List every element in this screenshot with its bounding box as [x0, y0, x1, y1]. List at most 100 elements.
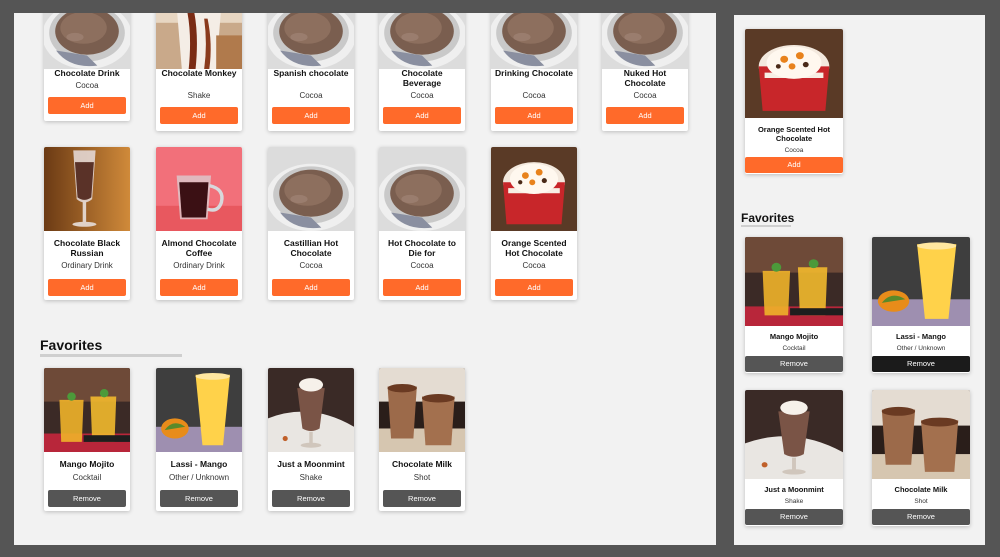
- drink-thumbnail[interactable]: [44, 147, 130, 231]
- orange-mug-photo: [491, 147, 577, 231]
- drink-name: Chocolate Drink: [54, 68, 120, 78]
- drink-category: Cocoa: [522, 91, 546, 100]
- cocoa-cup-photo: [268, 147, 354, 231]
- lassi-mango-photo: [156, 368, 242, 452]
- remove-button[interactable]: Remove: [160, 490, 238, 507]
- cocoa-cup-photo: [491, 13, 577, 69]
- add-button[interactable]: Add: [383, 107, 461, 124]
- favorite-card: Mango Mojito Cocktail Remove: [745, 237, 843, 373]
- drink-card: Chocolate Monkey Shake Add: [156, 13, 242, 131]
- add-button[interactable]: Add: [160, 279, 238, 296]
- drink-name: Castillian Hot Chocolate: [283, 238, 339, 259]
- drink-thumbnail[interactable]: [156, 147, 242, 231]
- moonmint-photo: [268, 368, 354, 452]
- cocoa-cup-photo: [602, 13, 688, 69]
- drink-thumbnail[interactable]: [156, 368, 242, 452]
- drink-thumbnail[interactable]: [491, 13, 577, 69]
- drink-category: Cocoa: [784, 147, 804, 154]
- drink-thumbnail[interactable]: [268, 13, 354, 69]
- orange-mug-photo: [745, 29, 843, 118]
- drink-name: Chocolate Monkey: [161, 68, 237, 78]
- drink-category: Ordinary Drink: [61, 261, 113, 270]
- drink-card: Chocolate Drink Cocoa Add: [44, 13, 130, 121]
- chocolate-milk-photo: [872, 390, 970, 479]
- drink-category: Cocoa: [299, 91, 323, 100]
- drink-category: Cocoa: [75, 81, 99, 90]
- drink-category: Cocktail: [72, 473, 102, 482]
- drink-thumbnail[interactable]: [379, 147, 465, 231]
- remove-button[interactable]: Remove: [872, 509, 970, 525]
- drink-thumbnail[interactable]: [745, 29, 843, 118]
- favorites-heading: Favorites: [741, 211, 795, 225]
- favorite-card: Just a Moonmint Shake Remove: [745, 390, 843, 526]
- add-button[interactable]: Add: [745, 157, 843, 173]
- drink-category: Cocoa: [522, 261, 546, 270]
- remove-button[interactable]: Remove: [383, 490, 461, 507]
- drink-name: Hot Chocolate to Die for: [388, 238, 456, 259]
- drink-name: Chocolate Beverage: [401, 68, 443, 89]
- drink-category: Cocoa: [410, 91, 434, 100]
- drink-thumbnail[interactable]: [602, 13, 688, 69]
- main-drinks-panel: Chocolate Drink Cocoa Add Chocolate Monk…: [14, 13, 716, 545]
- drink-thumbnail[interactable]: [491, 147, 577, 231]
- drink-thumbnail[interactable]: [44, 13, 130, 69]
- drink-name: Almond Chocolate Coffee: [161, 238, 237, 259]
- drink-name: Mango Mojito: [769, 332, 819, 341]
- drink-card: Drinking Chocolate Cocoa Add: [491, 13, 577, 131]
- drink-thumbnail[interactable]: [156, 13, 242, 69]
- drink-category: Cocoa: [633, 91, 657, 100]
- favorites-heading: Favorites: [40, 337, 103, 353]
- drink-card: Orange Scented Hot Chocolate Cocoa Add: [491, 147, 577, 300]
- drink-category: Shot: [914, 498, 928, 505]
- add-button[interactable]: Add: [383, 279, 461, 296]
- add-button[interactable]: Add: [495, 279, 573, 296]
- drink-name: Chocolate Black Russian: [53, 238, 121, 259]
- drink-thumbnail[interactable]: [745, 390, 843, 479]
- add-button[interactable]: Add: [606, 107, 684, 124]
- cocoa-cup-photo: [379, 147, 465, 231]
- add-button[interactable]: Add: [48, 97, 126, 114]
- drink-name: Orange Scented Hot Chocolate: [501, 238, 567, 259]
- add-button[interactable]: Add: [495, 107, 573, 124]
- chocolate-monkey-photo: [156, 13, 242, 69]
- favorite-card: Lassi - Mango Other / Unknown Remove: [872, 237, 970, 373]
- remove-button[interactable]: Remove: [272, 490, 350, 507]
- drink-thumbnail[interactable]: [872, 237, 970, 326]
- add-button[interactable]: Add: [48, 279, 126, 296]
- remove-button[interactable]: Remove: [745, 356, 843, 372]
- favorite-card: Just a Moonmint Shake Remove: [268, 368, 354, 511]
- drink-card: Chocolate Beverage Cocoa Add: [379, 13, 465, 131]
- mango-mojito-photo: [44, 368, 130, 452]
- lassi-mango-photo: [872, 237, 970, 326]
- drink-card: Hot Chocolate to Die for Cocoa Add: [379, 147, 465, 300]
- drink-category: Shake: [784, 498, 804, 505]
- drink-thumbnail[interactable]: [268, 147, 354, 231]
- drink-card: Orange Scented Hot Chocolate Cocoa Add: [745, 29, 843, 174]
- drink-category: Other / Unknown: [896, 345, 946, 352]
- drink-thumbnail[interactable]: [379, 13, 465, 69]
- drink-category: Ordinary Drink: [173, 261, 225, 270]
- drink-category: Shake: [187, 91, 211, 100]
- cocoa-cup-photo: [379, 13, 465, 69]
- remove-button[interactable]: Remove: [745, 509, 843, 525]
- drink-category: Shot: [413, 473, 431, 482]
- remove-button[interactable]: Remove: [872, 356, 970, 372]
- add-button[interactable]: Add: [272, 279, 350, 296]
- almond-coffee-photo: [156, 147, 242, 231]
- favorite-card: Chocolate Milk Shot Remove: [379, 368, 465, 511]
- drink-category: Cocoa: [299, 261, 323, 270]
- remove-button[interactable]: Remove: [48, 490, 126, 507]
- drink-name: Lassi - Mango: [895, 332, 946, 341]
- add-button[interactable]: Add: [160, 107, 238, 124]
- favorite-card: Lassi - Mango Other / Unknown Remove: [156, 368, 242, 511]
- drink-thumbnail[interactable]: [44, 368, 130, 452]
- drink-thumbnail[interactable]: [268, 368, 354, 452]
- drink-name: Nuked Hot Chocolate: [623, 68, 667, 89]
- drink-card: Nuked Hot Chocolate Cocoa Add: [602, 13, 688, 131]
- mobile-preview-panel: Orange Scented Hot Chocolate Cocoa Add F…: [734, 15, 985, 545]
- drink-thumbnail[interactable]: [745, 237, 843, 326]
- add-button[interactable]: Add: [272, 107, 350, 124]
- drink-thumbnail[interactable]: [872, 390, 970, 479]
- drink-thumbnail[interactable]: [379, 368, 465, 452]
- drink-name: Just a Moonmint: [277, 459, 345, 469]
